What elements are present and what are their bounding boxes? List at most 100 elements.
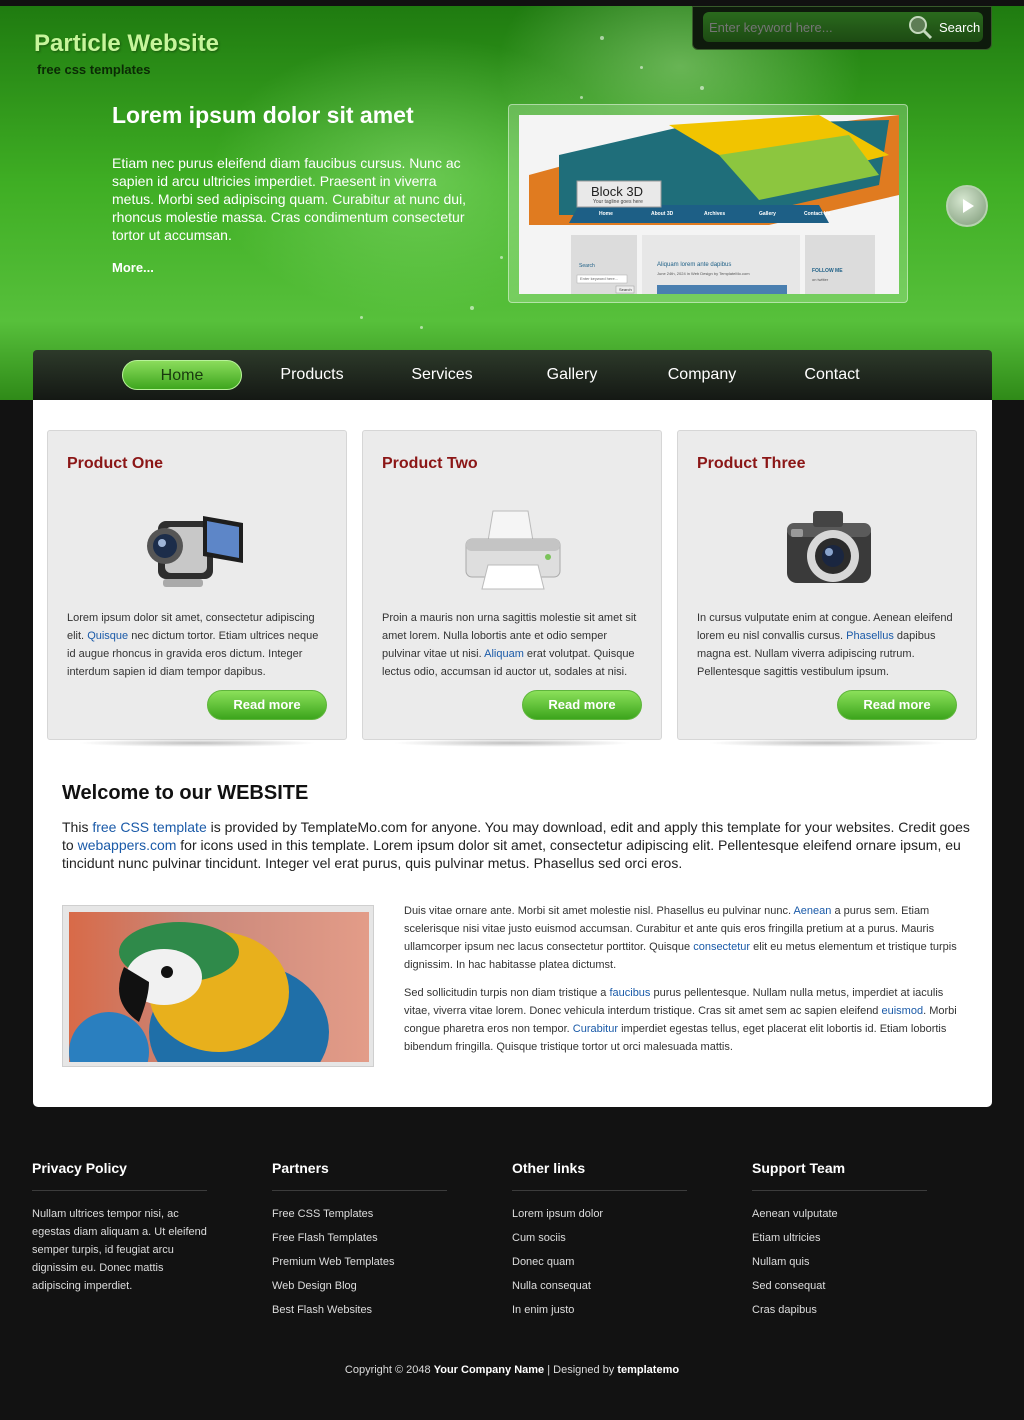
footer-divider <box>512 1190 687 1191</box>
read-more-button[interactable]: Read more <box>522 690 642 720</box>
nav-item-company[interactable]: Company <box>642 360 762 390</box>
slide-twitter-label: on twitter <box>812 277 829 282</box>
main-nav: Home Products Services Gallery Company C… <box>33 350 992 400</box>
article-link[interactable]: euismod <box>882 1005 924 1017</box>
site-title[interactable]: Particle Website <box>34 30 219 58</box>
footer-divider <box>32 1190 207 1191</box>
next-slide-button[interactable] <box>946 185 988 227</box>
footer-link[interactable]: Nulla consequat <box>512 1277 687 1301</box>
product-title: Product Two <box>382 455 478 472</box>
footer-link[interactable]: Cum sociis <box>512 1229 687 1253</box>
slide-search-button: Search <box>619 287 632 292</box>
welcome-text-part: This <box>62 819 93 835</box>
magnifier-icon <box>909 16 933 40</box>
footer-privacy-text: Nullam ultrices tempor nisi, ac egestas … <box>32 1208 207 1292</box>
webappers-link[interactable]: webappers.com <box>78 837 177 853</box>
footer-support: Support Team Aenean vulputate Etiam ultr… <box>752 1160 927 1325</box>
slide-nav-item: Gallery <box>759 211 776 217</box>
hero-text: Etiam nec purus eleifend diam faucibus c… <box>112 155 467 243</box>
nav-item-services[interactable]: Services <box>382 360 502 390</box>
article-text-part: Duis vitae ornare ante. Morbi sit amet m… <box>404 905 794 917</box>
read-more-button[interactable]: Read more <box>207 690 327 720</box>
footer-other-links: Other links Lorem ipsum dolor Cum sociis… <box>512 1160 687 1325</box>
product-text: Lorem ipsum dolor sit amet, consectetur … <box>67 609 329 681</box>
slide-search-label: Search <box>579 263 595 269</box>
hero-slide: Block 3D Your tagline goes here Home Abo… <box>508 104 908 303</box>
footer-link[interactable]: Free CSS Templates <box>272 1205 447 1229</box>
product-card: Product Three In cursus vulputate enim a… <box>677 430 977 740</box>
printer-icon <box>465 510 561 590</box>
slide-follow-label: FOLLOW ME <box>812 268 843 274</box>
article-link[interactable]: consectetur <box>693 941 750 953</box>
article-link[interactable]: faucibus <box>609 987 650 999</box>
slide-nav: Home About 3D Archives Gallery Contact U… <box>579 208 831 220</box>
camera-icon <box>787 511 871 583</box>
footer-heading: Other links <box>512 1160 586 1176</box>
footer-link[interactable]: Sed consequat <box>752 1277 927 1301</box>
footer-link[interactable]: Etiam ultricies <box>752 1229 927 1253</box>
product-card: Product Two Proin a mauris non urna sagi… <box>362 430 662 740</box>
slide-post-title: Aliquam lorem ante dapibus <box>657 262 732 268</box>
hero-slide-image: Block 3D Your tagline goes here Home Abo… <box>519 115 899 294</box>
footer-link[interactable]: Premium Web Templates <box>272 1253 447 1277</box>
slide-nav-item: Contact Us <box>804 211 831 217</box>
article-paragraph: Duis vitae ornare ante. Morbi sit amet m… <box>404 902 962 974</box>
read-more-button[interactable]: Read more <box>837 690 957 720</box>
designed-by-text: | Designed by <box>544 1364 618 1376</box>
product-text-link[interactable]: Phasellus <box>846 630 894 642</box>
parrot-photo <box>69 912 369 1062</box>
nav-item-home[interactable]: Home <box>122 360 242 390</box>
footer-link[interactable]: Free Flash Templates <box>272 1229 447 1253</box>
footer-privacy: Privacy Policy Nullam ultrices tempor ni… <box>32 1160 207 1295</box>
hero-title: Lorem ipsum dolor sit amet <box>112 102 414 128</box>
designer-link[interactable]: templatemo <box>617 1364 679 1376</box>
hero-more-link[interactable]: More... <box>112 260 154 275</box>
nav-item-products[interactable]: Products <box>252 360 372 390</box>
slide-nav-item: About 3D <box>651 211 674 217</box>
search-box: Search <box>692 6 992 50</box>
product-text: Proin a mauris non urna sagittis molesti… <box>382 609 644 681</box>
footer-link[interactable]: Aenean vulputate <box>752 1205 927 1229</box>
footer-heading: Support Team <box>752 1160 846 1176</box>
footer-link[interactable]: In enim justo <box>512 1301 687 1325</box>
slide-tagline: Your tagline goes here <box>593 199 643 205</box>
product-text: In cursus vulputate enim at congue. Aene… <box>697 609 959 681</box>
welcome-text-part: for icons used in this template. Lorem i… <box>62 837 961 871</box>
welcome-title: Welcome to our WEBSITE <box>62 782 309 804</box>
free-css-template-link[interactable]: free CSS template <box>92 819 206 835</box>
footer-link[interactable]: Web Design Blog <box>272 1277 447 1301</box>
site-subtitle: free css templates <box>37 62 151 77</box>
footer-link[interactable]: Cras dapibus <box>752 1301 927 1325</box>
nav-item-contact[interactable]: Contact <box>772 360 892 390</box>
footer-partners: Partners Free CSS Templates Free Flash T… <box>272 1160 447 1325</box>
article-link[interactable]: Curabitur <box>573 1023 618 1035</box>
footer-link[interactable]: Donec quam <box>512 1253 687 1277</box>
footer-heading: Partners <box>272 1160 329 1176</box>
article-text: Duis vitae ornare ante. Morbi sit amet m… <box>404 902 962 1066</box>
slide-nav-item: Archives <box>704 211 726 217</box>
slide-nav-item: Home <box>599 211 613 217</box>
nav-item-gallery[interactable]: Gallery <box>512 360 632 390</box>
card-shadow <box>77 739 317 747</box>
video-camera-icon <box>147 516 243 587</box>
product-text-link[interactable]: Aliquam <box>484 648 524 660</box>
card-shadow <box>392 739 632 747</box>
search-input[interactable] <box>703 12 903 42</box>
footer-link[interactable]: Lorem ipsum dolor <box>512 1205 687 1229</box>
footer-divider <box>272 1190 447 1191</box>
slide-search-placeholder: Enter keyword here... <box>580 276 619 281</box>
product-card: Product One Lorem ipsum dolor sit amet, … <box>47 430 347 740</box>
footer-divider <box>752 1190 927 1191</box>
company-name-link[interactable]: Your Company Name <box>434 1364 544 1376</box>
product-title: Product Three <box>697 455 806 472</box>
copyright: Copyright © 2048 Your Company Name | Des… <box>0 1364 1024 1376</box>
footer-link[interactable]: Nullam quis <box>752 1253 927 1277</box>
copyright-prefix: Copyright © 2048 <box>344 1364 434 1376</box>
search-button[interactable]: Search <box>901 12 983 42</box>
article-text-part: Sed sollicitudin turpis non diam tristiq… <box>404 987 610 999</box>
slide-block-label: Block 3D <box>591 184 644 199</box>
footer-link[interactable]: Best Flash Websites <box>272 1301 447 1325</box>
footer-heading: Privacy Policy <box>32 1160 127 1176</box>
product-text-link[interactable]: Quisque <box>87 630 128 642</box>
article-link[interactable]: Aenean <box>793 905 831 917</box>
